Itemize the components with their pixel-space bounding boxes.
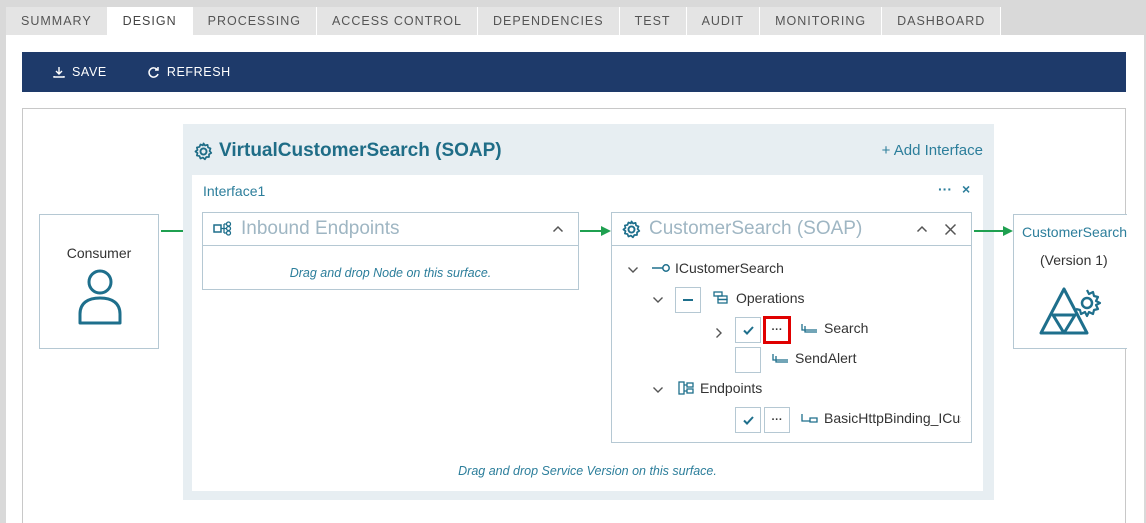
tab-monitoring[interactable]: MONITORING bbox=[760, 7, 883, 35]
virtual-service-group: VirtualCustomerSearch (SOAP) + Add Inter… bbox=[183, 124, 994, 500]
tab-audit[interactable]: AUDIT bbox=[686, 7, 761, 35]
close-icon[interactable] bbox=[944, 223, 957, 236]
operation-sendalert-label: SendAlert bbox=[795, 350, 857, 366]
endpoint-more-button[interactable]: ··· bbox=[764, 407, 790, 433]
more-icon: ··· bbox=[771, 324, 783, 336]
operations-icon bbox=[713, 291, 728, 304]
tree-operations[interactable]: Operations bbox=[713, 290, 804, 306]
tree-endpoints[interactable]: Endpoints bbox=[678, 380, 762, 396]
endpoint-icon bbox=[801, 414, 818, 423]
tab-summary[interactable]: SUMMARY bbox=[6, 7, 108, 35]
tab-dependencies[interactable]: DEPENDENCIES bbox=[477, 7, 620, 35]
consumer-node[interactable]: Consumer bbox=[39, 214, 159, 349]
tab-test[interactable]: TEST bbox=[619, 7, 687, 35]
consumer-label: Consumer bbox=[66, 245, 132, 261]
endpoint-binding-label: BasicHttpBinding_ICus bbox=[824, 410, 961, 426]
add-interface-button[interactable]: + Add Interface bbox=[882, 142, 983, 159]
target-service-label: CustomerSearch bbox=[1022, 224, 1128, 240]
refresh-button[interactable]: REFRESH bbox=[147, 65, 231, 79]
interface-more-button[interactable]: ··· bbox=[938, 181, 952, 197]
sendalert-operation-checkbox[interactable] bbox=[735, 347, 761, 373]
chevron-down-icon[interactable] bbox=[652, 386, 664, 394]
service-icon bbox=[1039, 287, 1102, 335]
virtual-service-name: VirtualCustomerSearch (SOAP) bbox=[219, 140, 502, 161]
chevron-down-icon[interactable] bbox=[652, 296, 664, 304]
design-panel: SAVE REFRESH Consumer VirtualCustomerSea… bbox=[6, 35, 1144, 523]
chevron-up-icon[interactable] bbox=[552, 225, 564, 233]
flow-arrow-inbound bbox=[580, 226, 611, 236]
inbound-drop-hint: Drag and drop Node on this surface. bbox=[289, 266, 492, 280]
operation-icon bbox=[772, 354, 788, 363]
gear-icon bbox=[622, 220, 641, 238]
interface-close-button[interactable]: × bbox=[962, 181, 970, 197]
tab-access-control[interactable]: ACCESS CONTROL bbox=[316, 7, 478, 35]
inbound-endpoints-box: Inbound Endpoints Drag and drop Node on … bbox=[202, 212, 579, 290]
service-title: CustomerSearch (SOAP) bbox=[649, 218, 863, 239]
search-operation-more-button[interactable]: ··· bbox=[763, 316, 791, 344]
operation-icon bbox=[801, 324, 817, 333]
save-label: SAVE bbox=[72, 65, 107, 79]
tree-endpoint-binding[interactable]: BasicHttpBinding_ICus bbox=[801, 410, 961, 426]
save-button[interactable]: SAVE bbox=[53, 65, 107, 79]
tab-design[interactable]: DESIGN bbox=[107, 7, 193, 35]
operations-toggle[interactable] bbox=[675, 287, 701, 313]
target-service-node[interactable]: CustomerSearch (Version 1) bbox=[1013, 214, 1127, 349]
checkmark-icon bbox=[742, 325, 754, 335]
service-header: CustomerSearch (SOAP) bbox=[612, 213, 971, 246]
tree-operation-search[interactable]: Search bbox=[801, 320, 868, 336]
inbound-endpoints-header: Inbound Endpoints bbox=[203, 213, 578, 246]
endpoints-tree-icon bbox=[678, 381, 694, 395]
virtual-service-title: VirtualCustomerSearch (SOAP) bbox=[194, 140, 502, 162]
tree-interface[interactable]: ICustomerSearch bbox=[651, 260, 784, 276]
flow-arrow-service bbox=[974, 226, 1013, 236]
gear-icon bbox=[194, 142, 213, 160]
interface-node-label: ICustomerSearch bbox=[675, 260, 784, 276]
endpoint-checkbox[interactable] bbox=[735, 407, 761, 433]
interface-container: Interface1 ··· × Inbound Endpoints Drag … bbox=[192, 175, 983, 491]
toolbar: SAVE REFRESH bbox=[22, 52, 1126, 92]
search-operation-checkbox[interactable] bbox=[735, 317, 761, 343]
operation-search-label: Search bbox=[824, 320, 869, 336]
chevron-right-icon[interactable] bbox=[715, 327, 723, 339]
endpoints-icon bbox=[213, 221, 232, 236]
interface-name: Interface1 bbox=[203, 183, 266, 199]
tab-dashboard[interactable]: DASHBOARD bbox=[882, 7, 1002, 35]
checkmark-icon bbox=[742, 415, 754, 425]
user-icon bbox=[78, 269, 122, 325]
service-version-drop-hint: Drag and drop Service Version on this su… bbox=[458, 464, 717, 478]
refresh-label: REFRESH bbox=[166, 65, 231, 79]
more-icon: ··· bbox=[771, 414, 783, 426]
refresh-icon bbox=[148, 66, 159, 78]
interface-icon bbox=[652, 264, 670, 272]
operations-label: Operations bbox=[736, 290, 805, 306]
tree-operation-sendalert[interactable]: SendAlert bbox=[772, 350, 856, 366]
endpoints-label: Endpoints bbox=[700, 380, 763, 396]
design-canvas: Consumer VirtualCustomerSearch (SOAP) + … bbox=[22, 108, 1127, 523]
inbound-endpoints-title: Inbound Endpoints bbox=[241, 218, 400, 239]
minus-icon bbox=[683, 299, 693, 301]
service-box: CustomerSearch (SOAP) ICustomerSearch Op… bbox=[611, 212, 972, 443]
tab-processing[interactable]: PROCESSING bbox=[192, 7, 317, 35]
tab-bar: SUMMARY DESIGN PROCESSING ACCESS CONTROL… bbox=[6, 7, 1002, 35]
chevron-up-icon[interactable] bbox=[916, 225, 928, 233]
chevron-down-icon[interactable] bbox=[627, 266, 639, 274]
download-icon bbox=[53, 67, 65, 78]
target-service-version: (Version 1) bbox=[1040, 252, 1108, 268]
